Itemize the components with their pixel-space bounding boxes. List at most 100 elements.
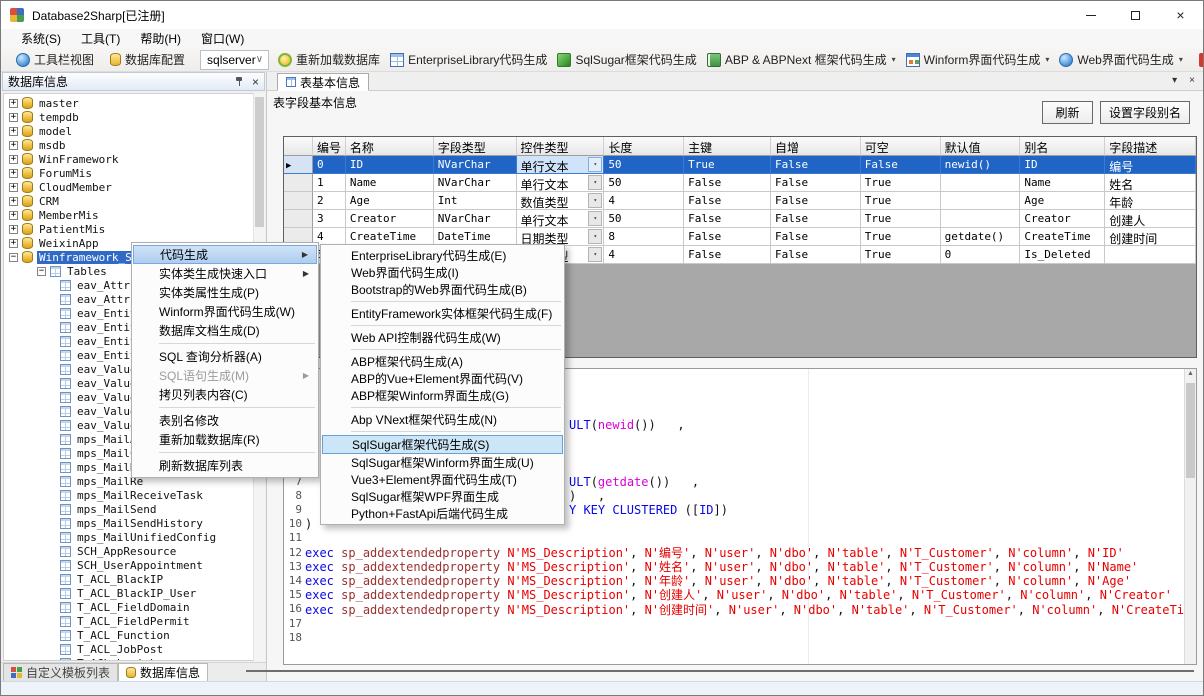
tree-item[interactable]: SCH_UserAppointment [4,558,253,572]
cell-control-type[interactable]: 单行文本▾ [517,210,605,228]
submenu-item[interactable]: ABP框架Winform界面生成(G) [322,387,563,404]
toolbar-view-button[interactable]: 工具栏视图 [11,49,99,70]
submenu-item[interactable]: ABP框架代码生成(A) [322,353,563,370]
row-header-cell[interactable] [284,192,313,210]
cell-alias[interactable]: Age [1020,192,1105,210]
cell-nullable[interactable]: True [861,210,941,228]
submenu-item[interactable]: ABP的Vue+Element界面代码(V) [322,370,563,387]
row-header-cell[interactable]: ▶ [284,156,313,174]
cell-nullable[interactable]: True [861,192,941,210]
grid-column-header[interactable]: 自增 [771,137,861,156]
cell-nullable[interactable]: True [861,228,941,246]
cell-length[interactable]: 50 [604,156,684,174]
cell-id[interactable]: 0 [313,156,346,174]
control-type-dropdown-icon[interactable]: ▾ [588,247,602,262]
cell-id[interactable]: 2 [313,192,346,210]
enterprise-codegen-button[interactable]: EnterpriseLibrary代码生成 [385,49,552,70]
bottom-tab[interactable]: 数据库信息 [118,663,208,681]
menubar-item[interactable]: 工具(T) [71,28,130,49]
context-menu-item[interactable]: 代码生成 ▶ [133,245,317,264]
cell-length[interactable]: 8 [604,228,684,246]
title-bar[interactable]: Database2Sharp[已注册] × [1,1,1203,29]
db-config-button[interactable]: 数据库配置 [105,49,190,70]
cell-primary-key[interactable]: True [684,156,771,174]
tree-item[interactable]: mps_MailUnifiedConfig [4,530,253,544]
cell-alias[interactable]: Name [1020,174,1105,192]
cell-auto-increment[interactable]: False [771,174,861,192]
cell-control-type[interactable]: 单行文本▾ [517,156,605,174]
cell-length[interactable]: 50 [604,210,684,228]
context-menu-item[interactable]: Winform界面代码生成(W) [133,302,317,321]
control-type-dropdown-icon[interactable]: ▾ [588,229,602,244]
editor-scrollbar[interactable]: ▲ [1184,369,1196,664]
chevron-down-icon[interactable]: ▾ [892,55,896,64]
close-button[interactable]: × [1158,1,1203,29]
set-field-alias-button[interactable]: 设置字段别名 [1100,101,1190,124]
maximize-button[interactable] [1113,1,1158,29]
tree-item[interactable]: + CloudMember [4,180,253,194]
cell-nullable[interactable]: True [861,174,941,192]
tree-item[interactable]: T_ACL_BlackIP [4,572,253,586]
bottom-tab[interactable]: 自定义模板列表 [3,663,118,681]
tree-expand-toggle[interactable]: + [9,211,18,220]
cell-control-type[interactable]: 数值类型▾ [517,192,605,210]
cell-length[interactable]: 4 [604,192,684,210]
submenu-item[interactable]: Web API控制器代码生成(W) [322,329,563,346]
control-type-dropdown-icon[interactable]: ▾ [588,193,602,208]
cell-default-value[interactable] [941,192,1021,210]
submenu-item[interactable]: Python+FastApi后端代码生成 [322,505,563,522]
grid-row[interactable]: ▶ 0 ID NVarChar 单行文本▾ 50 True False Fals… [284,156,1196,174]
tree-expand-toggle[interactable]: − [9,253,18,262]
grid-row[interactable]: 1 Name NVarChar 单行文本▾ 50 False False Tru… [284,174,1196,192]
cell-alias[interactable]: Creator [1020,210,1105,228]
grid-column-header[interactable]: 字段描述 [1105,137,1196,156]
refresh-button[interactable]: 刷新 [1042,101,1093,124]
context-menu-item[interactable]: 重新加载数据库(R) [133,430,317,449]
menubar-item[interactable]: 帮助(H) [130,28,191,49]
tree-item[interactable]: + tempdb [4,110,253,124]
submenu-item[interactable]: SqlSugar框架WPF界面生成 [322,488,563,505]
panel-close-icon[interactable]: × [252,76,259,88]
grid-column-header[interactable]: 主键 [684,137,771,156]
tree-item[interactable]: + WinFramework [4,152,253,166]
cell-id[interactable]: 3 [313,210,346,228]
context-menu-item[interactable]: 实体类生成快速入口 ▶ [133,264,317,283]
grid-column-header[interactable]: 字段类型 [434,137,517,156]
cell-description[interactable]: 编号 [1105,156,1196,174]
grid-row[interactable]: 2 Age Int 数值类型▾ 4 False False True Age 年… [284,192,1196,210]
grid-row[interactable]: 3 Creator NVarChar 单行文本▾ 50 False False … [284,210,1196,228]
submenu-item[interactable]: EntityFramework实体框架代码生成(F) [322,305,563,322]
context-menu-item[interactable]: SQL 查询分析器(A) [133,347,317,366]
tree-item[interactable]: + master [4,96,253,110]
tree-item[interactable]: mps_MailSendHistory [4,516,253,530]
cell-auto-increment[interactable]: False [771,246,861,264]
tree-expand-toggle[interactable]: + [9,155,18,164]
cell-primary-key[interactable]: False [684,174,771,192]
scroll-up-icon[interactable]: ▲ [1185,370,1196,377]
cell-default-value[interactable]: getdate() [941,228,1021,246]
cell-nullable[interactable]: False [861,156,941,174]
tree-item[interactable]: SCH_AppResource [4,544,253,558]
cell-field-type[interactable]: NVarChar [434,174,517,192]
submenu-item[interactable]: Web界面代码生成(I) [322,264,563,281]
cell-field-type[interactable]: NVarChar [434,210,517,228]
context-menu-item[interactable]: 拷贝列表内容(C) [133,385,317,404]
tree-expand-toggle[interactable]: + [9,113,18,122]
cell-length[interactable]: 4 [604,246,684,264]
submenu-item[interactable]: Bootstrap的Web界面代码生成(B) [322,281,563,298]
cell-description[interactable]: 年龄 [1105,192,1196,210]
cell-name[interactable]: Name [346,174,434,192]
tree-scrollbar-thumb[interactable] [255,97,264,227]
exit-button[interactable]: ×退出 [1194,49,1204,70]
cell-alias[interactable]: CreateTime [1020,228,1105,246]
cell-default-value[interactable] [941,210,1021,228]
tree-item[interactable]: T_ACL_BlackIP_User [4,586,253,600]
horizontal-splitter[interactable] [246,670,1194,672]
tree-expand-toggle[interactable]: + [9,239,18,248]
tree-expand-toggle[interactable]: + [9,127,18,136]
cell-default-value[interactable] [941,174,1021,192]
menubar-item[interactable]: 系统(S) [11,28,71,49]
cell-alias[interactable]: Is_Deleted [1020,246,1105,264]
tree-item[interactable]: + PatientMis [4,222,253,236]
context-menu-item[interactable]: 数据库文档生成(D) [133,321,317,340]
